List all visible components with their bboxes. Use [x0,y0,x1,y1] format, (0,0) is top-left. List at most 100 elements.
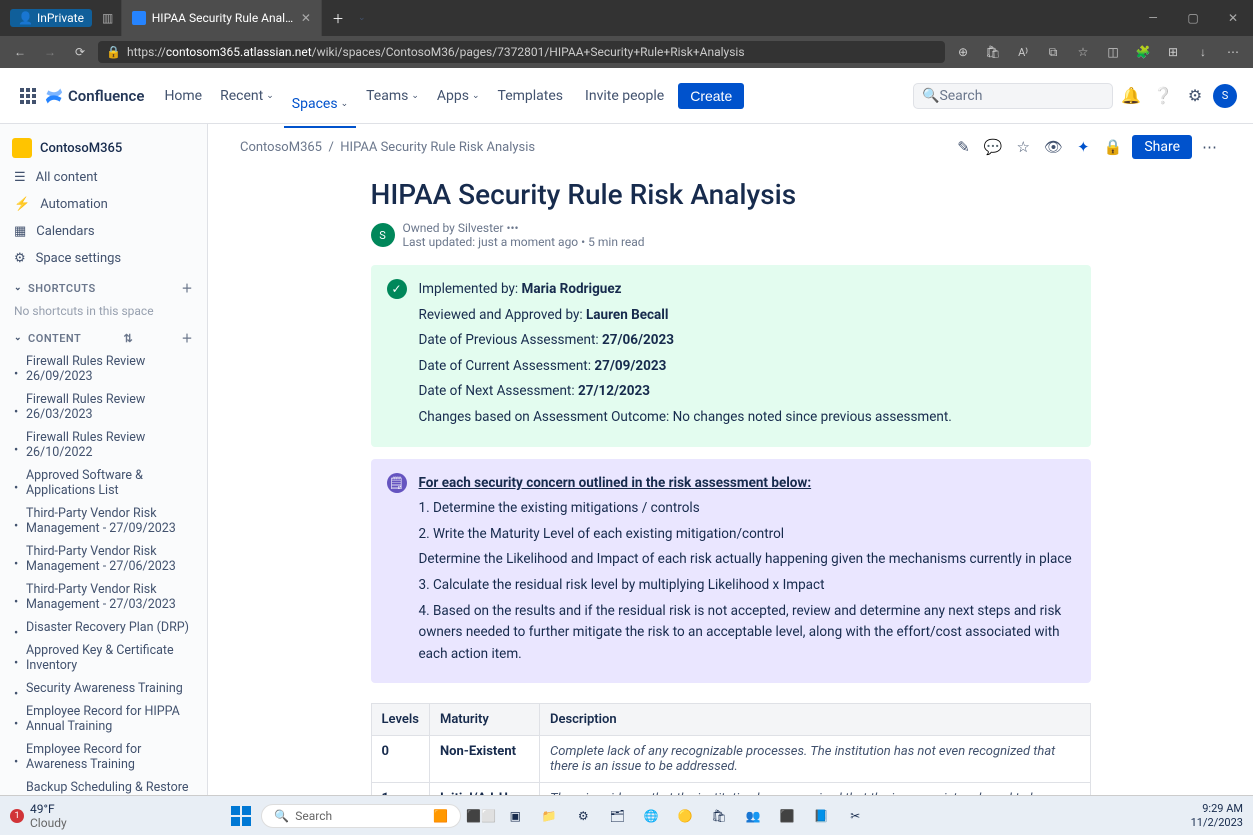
sidebar: ContosoM365 ☰All content⚡Automation▦Cale… [0,124,208,807]
th-maturity: Maturity [429,704,539,736]
read-aloud-icon[interactable]: A⁾ [1011,46,1035,59]
refresh-icon[interactable]: ⟳ [68,45,92,59]
bullet-icon: • [14,595,18,599]
page-tree-item[interactable]: •Employee Record for Awareness Training [4,738,203,776]
nav-recent[interactable]: Recent⌄ [212,80,282,112]
content-section[interactable]: ⌄ CONTENT ⇅ ＋ [4,322,203,350]
settings-icon[interactable]: ⚙ [1181,86,1209,105]
shortcuts-section[interactable]: ⌄ SHORTCUTS ＋ [4,272,203,300]
edge-icon[interactable]: 🌐 [637,802,665,830]
table-row: 0Non-ExistentComplete lack of any recogn… [371,736,1090,783]
breadcrumb-page[interactable]: HIPAA Security Rule Risk Analysis [340,140,535,155]
breadcrumb-space[interactable]: ContosoM365 [240,140,322,155]
notifications-icon[interactable]: 🔔 [1117,86,1145,105]
bullet-icon: • [14,656,18,660]
bullet-icon: • [14,557,18,561]
extensions-icon[interactable]: 🧩 [1131,45,1155,59]
add-content-icon[interactable]: ＋ [182,330,194,346]
watch-icon[interactable]: 👁 [1040,134,1067,160]
sidebar-link[interactable]: ▦Calendars [4,218,203,245]
bullet-icon: • [14,687,18,691]
owner-more-icon[interactable]: ••• [506,221,518,235]
help-icon[interactable]: ❔ [1149,86,1177,105]
zoom-icon[interactable]: ⊕ [951,45,975,59]
page-tree-item[interactable]: •Disaster Recovery Plan (DRP) [4,616,203,639]
page-tree-item[interactable]: •Firewall Rules Review 26/03/2023 [4,388,203,426]
chrome-icon[interactable]: 🟡 [671,802,699,830]
page-tree-item[interactable]: •Approved Software & Applications List [4,464,203,502]
tab-spacer[interactable]: ▥ [92,0,122,36]
comment-icon[interactable]: 💬 [980,134,1007,160]
app-switcher-icon[interactable] [16,84,40,108]
nav-apps[interactable]: Apps⌄ [429,80,488,112]
page-tree-item[interactable]: •Security Awareness Training [4,677,203,700]
nav-spaces[interactable]: Spaces⌄ [284,80,356,128]
url-input[interactable]: 🔒 https://contosom365.atlassian.net/wiki… [98,41,945,63]
terminal-icon[interactable]: ⬛ [773,802,801,830]
fileexp-icon[interactable]: 🗂 [603,802,631,830]
page-tree-item[interactable]: •Third-Party Vendor Risk Management - 27… [4,540,203,578]
system-tray-clock[interactable]: 9:29 AM 11/2/2023 [1191,802,1243,828]
address-bar: ← → ⟳ 🔒 https://contosom365.atlassian.ne… [0,36,1253,68]
favorite-icon[interactable]: ☆ [1071,45,1095,59]
nav-home[interactable]: Home [156,80,210,112]
widgets-icon[interactable]: ▣ [501,802,529,830]
sidebar-link[interactable]: ⚙Space settings [4,245,203,272]
browser-tab[interactable]: HIPAA Security Rule Analys ✕ [122,0,322,36]
maximize-icon[interactable]: ▢ [1173,11,1213,25]
confluence-favicon-icon [132,11,146,25]
menu-icon[interactable]: ⋯ [1221,45,1245,59]
new-tab-button[interactable]: ＋⌄ [322,0,376,36]
forward-icon[interactable]: → [38,45,62,59]
edit-icon[interactable]: ✎ [953,134,974,160]
nav-templates[interactable]: Templates [490,80,572,112]
collections-icon[interactable]: ⊞ [1161,45,1185,59]
nav-teams[interactable]: Teams⌄ [358,80,427,112]
minimize-icon[interactable]: — [1133,11,1173,25]
page-tree-item[interactable]: •Firewall Rules Review 26/10/2022 [4,426,203,464]
back-icon[interactable]: ← [8,45,32,59]
sidebar-link[interactable]: ⚡Automation [4,191,203,218]
taskbar-search[interactable]: 🔍Search🟧 [261,804,461,828]
more-actions-icon[interactable]: ⋯ [1198,134,1221,160]
close-window-icon[interactable]: ✕ [1213,11,1253,25]
teams-icon[interactable]: 👥 [739,802,767,830]
close-tab-icon[interactable]: ✕ [301,11,311,25]
task-view-icon[interactable]: ⬛⬜ [467,802,495,830]
store-icon[interactable]: 🛍 [705,802,733,830]
note-icon: 🗒 [387,473,407,493]
filter-icon[interactable]: ⇅ [124,332,134,345]
info-panel-purple: 🗒 For each security concern outlined in … [371,459,1091,684]
enter-immersive-icon[interactable]: ⧉ [1041,45,1065,60]
word-icon[interactable]: 📘 [807,802,835,830]
th-levels: Levels [371,704,429,736]
invite-people-button[interactable]: Invite people [575,83,674,109]
split-icon[interactable]: ◫ [1101,45,1125,59]
confluence-logo[interactable]: Confluence [44,86,144,106]
start-icon[interactable] [227,802,255,830]
space-header[interactable]: ContosoM365 [4,132,203,164]
shopping-icon[interactable]: 🛍 [981,45,1005,59]
weather-widget[interactable]: 1 49°FCloudy [10,802,67,830]
settings-app-icon[interactable]: ⚙ [569,802,597,830]
share-button[interactable]: Share [1132,135,1192,159]
ai-icon[interactable]: ✦ [1073,134,1094,160]
user-avatar[interactable]: S [1213,84,1237,108]
sidebar-link[interactable]: ☰All content [4,164,203,191]
snip-icon[interactable]: ✂ [841,802,869,830]
byline: S Owned by Silvester ••• Last updated: j… [371,221,1091,249]
search-input[interactable]: 🔍 Search [913,83,1113,109]
explorer-icon[interactable]: 📁 [535,802,563,830]
page-tree-item[interactable]: •Third-Party Vendor Risk Management - 27… [4,578,203,616]
create-button[interactable]: Create [678,83,744,109]
page-tree-item[interactable]: •Firewall Rules Review 26/09/2023 [4,350,203,388]
star-icon[interactable]: ☆ [1013,134,1034,160]
lock-icon[interactable]: 🔒 [1100,134,1127,160]
downloads-icon[interactable]: ↓ [1191,45,1215,59]
page-tree-item[interactable]: •Employee Record for HIPPA Annual Traini… [4,700,203,738]
add-shortcut-icon[interactable]: ＋ [182,280,194,296]
page-tree-item[interactable]: •Third-Party Vendor Risk Management - 27… [4,502,203,540]
author-avatar[interactable]: S [371,223,395,247]
link-icon: ⚙ [14,251,26,266]
page-tree-item[interactable]: •Approved Key & Certificate Inventory [4,639,203,677]
